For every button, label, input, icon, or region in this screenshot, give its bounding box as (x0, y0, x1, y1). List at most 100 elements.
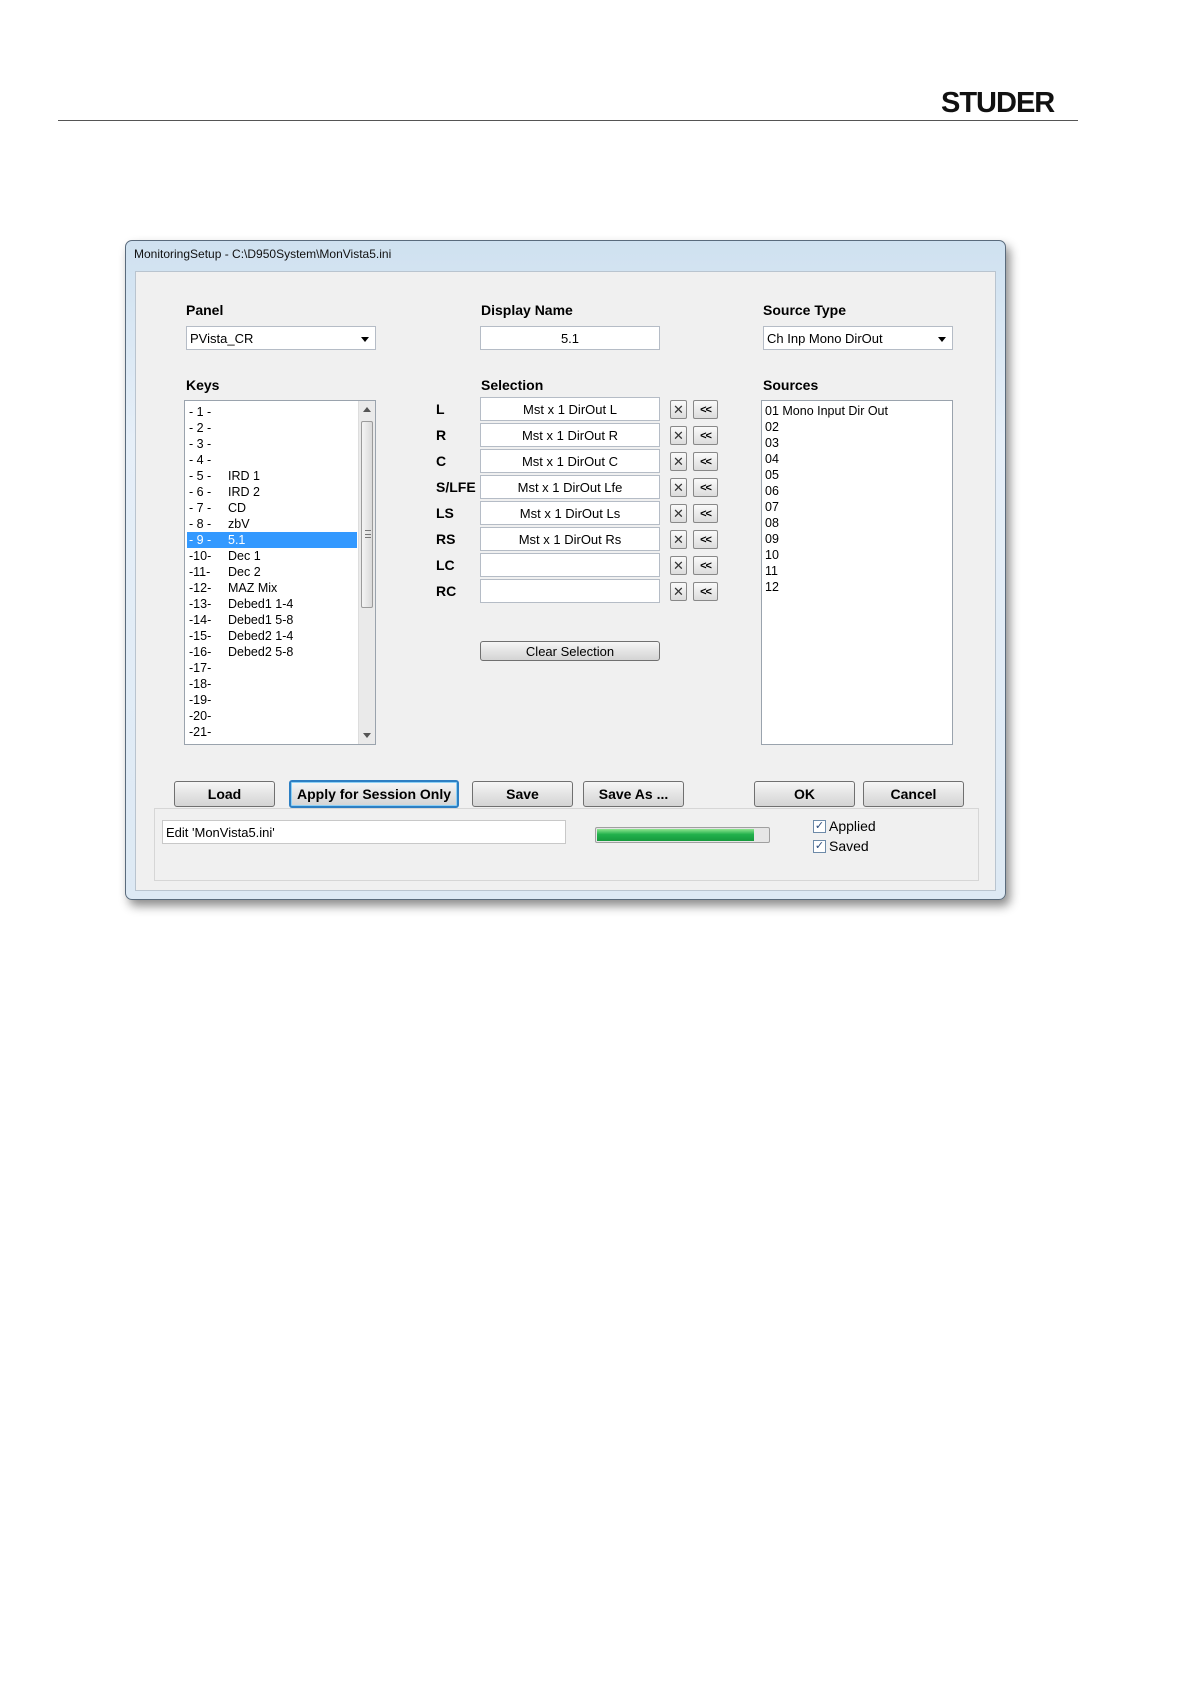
key-row[interactable]: -12- MAZ Mix (187, 580, 357, 596)
key-row[interactable]: - 2 - (187, 420, 357, 436)
key-row[interactable]: -16- Debed2 5-8 (187, 644, 357, 660)
channel-selection-field[interactable] (480, 553, 660, 577)
key-row[interactable]: -11- Dec 2 (187, 564, 357, 580)
apply-session-button[interactable]: Apply for Session Only (289, 780, 459, 808)
applied-checkbox[interactable]: ✓ (813, 819, 826, 833)
key-row[interactable]: - 4 - (187, 452, 357, 468)
source-item[interactable]: 06 (765, 483, 779, 499)
key-name: Debed2 1-4 (228, 629, 294, 643)
source-item[interactable]: 04 (765, 451, 779, 467)
key-row[interactable]: - 8 - zbV (187, 516, 357, 532)
clear-channel-icon[interactable]: ✕ (670, 478, 687, 497)
key-row[interactable]: -19- (187, 692, 357, 708)
channel-selection-field[interactable]: Mst x 1 DirOut C (480, 449, 660, 473)
key-number: -13- (189, 597, 212, 611)
clear-channel-icon[interactable]: ✕ (670, 556, 687, 575)
source-item[interactable]: 08 (765, 515, 779, 531)
panel-label: Panel (186, 302, 224, 318)
display-name-input[interactable]: 5.1 (480, 326, 660, 350)
channel-label: RC (436, 583, 457, 599)
channel-selection-field[interactable]: Mst x 1 DirOut Lfe (480, 475, 660, 499)
source-item[interactable]: 12 (765, 579, 779, 595)
key-name: IRD 2 (228, 485, 260, 499)
source-item[interactable]: 09 (765, 531, 779, 547)
key-row[interactable]: -10- Dec 1 (187, 548, 357, 564)
assign-source-button[interactable]: << (693, 556, 718, 575)
clear-selection-button[interactable]: Clear Selection (480, 641, 660, 661)
key-row[interactable]: - 3 - (187, 436, 357, 452)
clear-channel-icon[interactable]: ✕ (670, 582, 687, 601)
source-item[interactable]: 02 (765, 419, 779, 435)
grip-icon (365, 530, 371, 538)
key-number: -21- (189, 725, 212, 739)
monitoring-setup-window: MonitoringSetup - C:\D950System\MonVista… (125, 240, 1006, 900)
applied-checkbox-row[interactable]: ✓ Applied (813, 817, 876, 835)
clear-channel-icon[interactable]: ✕ (670, 400, 687, 419)
key-row[interactable]: - 6 - IRD 2 (187, 484, 357, 500)
key-row[interactable]: -20- (187, 708, 357, 724)
assign-source-button[interactable]: << (693, 582, 718, 601)
source-item[interactable]: 01 Mono Input Dir Out (765, 403, 888, 419)
channel-selection-field[interactable]: Mst x 1 DirOut Rs (480, 527, 660, 551)
keys-scrollbar[interactable] (358, 401, 375, 744)
chevron-down-icon (938, 337, 946, 342)
key-number: - 2 - (189, 421, 212, 435)
clear-channel-icon[interactable]: ✕ (670, 504, 687, 523)
source-item[interactable]: 10 (765, 547, 779, 563)
key-row[interactable]: -14- Debed1 5-8 (187, 612, 357, 628)
progress-fill (597, 829, 755, 841)
source-type-value: Ch Inp Mono DirOut (767, 330, 883, 346)
clear-channel-icon[interactable]: ✕ (670, 452, 687, 471)
key-row[interactable]: -15- Debed2 1-4 (187, 628, 357, 644)
scroll-down-icon[interactable] (363, 733, 371, 738)
key-number: -15- (189, 629, 212, 643)
scroll-up-icon[interactable] (363, 407, 371, 412)
key-row[interactable]: -13- Debed1 1-4 (187, 596, 357, 612)
channel-label: LC (436, 557, 455, 573)
channel-selection-field[interactable]: Mst x 1 DirOut L (480, 397, 660, 421)
channel-selection-field[interactable]: Mst x 1 DirOut Ls (480, 501, 660, 525)
key-number: -10- (189, 549, 212, 563)
assign-source-button[interactable]: << (693, 452, 718, 471)
cancel-button[interactable]: Cancel (863, 781, 964, 807)
load-button[interactable]: Load (174, 781, 275, 807)
key-number: -20- (189, 709, 212, 723)
channel-selection-field[interactable]: Mst x 1 DirOut R (480, 423, 660, 447)
key-number: - 3 - (189, 437, 212, 451)
save-as-button[interactable]: Save As ... (583, 781, 684, 807)
key-row[interactable]: -18- (187, 676, 357, 692)
source-item[interactable]: 05 (765, 467, 779, 483)
ok-button[interactable]: OK (754, 781, 855, 807)
clear-channel-icon[interactable]: ✕ (670, 426, 687, 445)
saved-checkbox-row[interactable]: ✓ Saved (813, 837, 869, 855)
channel-label: LS (436, 505, 454, 521)
applied-label: Applied (829, 818, 876, 834)
saved-checkbox[interactable]: ✓ (813, 839, 826, 853)
key-number: -14- (189, 613, 212, 627)
key-name: Debed1 1-4 (228, 597, 294, 611)
save-button[interactable]: Save (472, 781, 573, 807)
source-item[interactable]: 11 (765, 563, 778, 579)
keys-listbox[interactable]: - 1 - - 2 - - 3 - - 4 - - 5 - IRD 1 - 6 - IRD 2… (184, 400, 376, 745)
key-row[interactable]: - 7 - CD (187, 500, 357, 516)
key-row[interactable]: - 9 - 5.1 (187, 532, 357, 548)
assign-source-button[interactable]: << (693, 530, 718, 549)
source-type-dropdown[interactable]: Ch Inp Mono DirOut (763, 326, 953, 350)
channel-label: L (436, 401, 445, 417)
display-name-label: Display Name (481, 302, 573, 318)
sources-listbox[interactable]: 01 Mono Input Dir Out 02 03 04 05 06 07 08 09 10 1… (761, 400, 953, 745)
source-item[interactable]: 03 (765, 435, 779, 451)
channel-selection-field[interactable] (480, 579, 660, 603)
clear-channel-icon[interactable]: ✕ (670, 530, 687, 549)
assign-source-button[interactable]: << (693, 478, 718, 497)
key-row[interactable]: -17- (187, 660, 357, 676)
scroll-thumb[interactable] (361, 421, 373, 608)
assign-source-button[interactable]: << (693, 400, 718, 419)
key-row[interactable]: -21- (187, 724, 357, 740)
source-item[interactable]: 07 (765, 499, 779, 515)
key-row[interactable]: - 1 - (187, 404, 357, 420)
assign-source-button[interactable]: << (693, 426, 718, 445)
panel-dropdown[interactable]: PVista_CR (186, 326, 376, 350)
key-row[interactable]: - 5 - IRD 1 (187, 468, 357, 484)
assign-source-button[interactable]: << (693, 504, 718, 523)
